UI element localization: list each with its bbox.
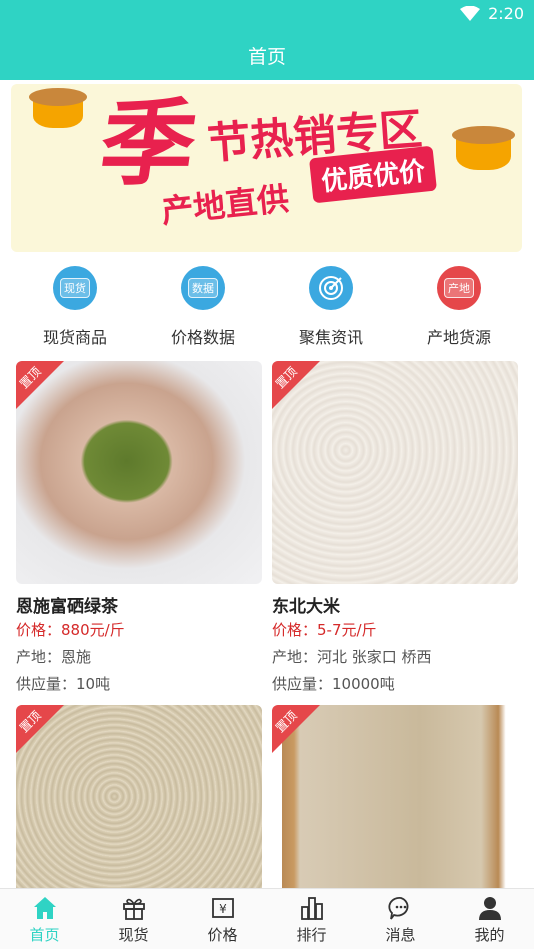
product-card-soybean[interactable]: 置顶	[16, 705, 262, 888]
page-title: 首页	[247, 45, 286, 68]
promo-banner[interactable]: 节热销专区 季 产地直供 优质优价	[11, 84, 522, 252]
tab-label: 现货	[118, 926, 149, 944]
product-price: 价格：5-7元/斤	[272, 621, 377, 639]
status-indicators: 2:20	[460, 4, 524, 23]
gift-icon	[122, 898, 145, 920]
soybean-photo: 置顶	[16, 705, 262, 888]
quick-nav-spot-goods[interactable]: 现货 现货商品	[11, 260, 139, 348]
quick-nav-origin-source[interactable]: 产地 产地货源	[395, 260, 523, 348]
tab-spot[interactable]: 现货	[89, 889, 178, 949]
quick-nav-label: 现货商品	[42, 328, 107, 347]
tab-label: 排行	[296, 926, 327, 944]
quick-nav-price-data[interactable]: 数据 价格数据	[139, 260, 267, 348]
rice-photo: 置顶	[272, 361, 518, 584]
price-tag-icon: ¥	[211, 898, 234, 918]
product-supply: 供应量：10000吨	[272, 675, 395, 693]
tab-ranking[interactable]: 排行	[267, 889, 356, 949]
price-data-icon-tag: 数据	[188, 278, 218, 298]
origin-source-icon: 产地	[437, 266, 481, 310]
home-icon	[33, 897, 56, 919]
grain-bowl-left-image	[29, 88, 87, 128]
ranking-bars-icon	[300, 897, 323, 920]
user-icon	[478, 897, 501, 920]
product-supply: 供应量：10吨	[16, 675, 111, 693]
quick-nav-label: 产地货源	[426, 328, 491, 347]
dried-slices-photo: 置顶	[272, 705, 518, 888]
green-tea-photo: 置顶	[16, 361, 262, 584]
origin-source-icon-tag: 产地	[444, 278, 474, 298]
product-card-rice[interactable]: 置顶 东北大米 价格：5-7元/斤 产地：河北 张家口 桥西 供应量：10000…	[272, 361, 518, 695]
spot-goods-icon-tag: 现货	[60, 278, 90, 298]
status-time: 2:20	[488, 4, 524, 23]
product-origin: 产地：恩施	[16, 648, 92, 666]
product-card-dried-slices[interactable]: 置顶	[272, 705, 518, 888]
product-name: 恩施富硒绿茶	[16, 597, 118, 617]
price-data-icon: 数据	[181, 266, 225, 310]
tab-label: 消息	[385, 926, 416, 944]
quick-nav-label: 聚焦资讯	[298, 328, 363, 347]
tab-profile[interactable]: 我的	[445, 889, 534, 949]
product-price: 价格：880元/斤	[16, 621, 125, 639]
status-bar: 2:20	[0, 0, 534, 30]
app-bar: 首页	[0, 30, 534, 80]
grain-bowl-right-image	[452, 126, 515, 170]
quick-nav-focus-news[interactable]: 聚焦资讯	[267, 260, 395, 348]
product-origin: 产地：河北 张家口 桥西	[272, 648, 432, 666]
product-card-green-tea[interactable]: 置顶 恩施富硒绿茶 价格：880元/斤 产地：恩施 供应量：10吨	[16, 361, 262, 695]
focus-news-icon	[309, 266, 353, 310]
tab-home[interactable]: 首页	[0, 889, 89, 949]
wifi-icon	[460, 5, 481, 21]
tab-messages[interactable]: 消息	[356, 889, 445, 949]
tab-label: 首页	[29, 926, 60, 944]
product-name: 东北大米	[272, 597, 340, 617]
tab-label: 我的	[474, 926, 505, 944]
bottom-tab-bar: 首页 现货 ¥ 价格 排行 消息 我的	[0, 888, 534, 949]
spot-goods-icon: 现货	[53, 266, 97, 310]
tab-label: 价格	[207, 926, 238, 944]
banner-big-char: 季	[93, 90, 203, 199]
svg-text:¥: ¥	[219, 902, 227, 916]
message-bubble-icon	[387, 897, 408, 920]
tab-price[interactable]: ¥ 价格	[178, 889, 267, 949]
target-icon	[319, 276, 343, 300]
quick-nav: 现货 现货商品 数据 价格数据 聚焦资讯 产地 产地货源	[11, 260, 523, 348]
quick-nav-label: 价格数据	[170, 328, 235, 347]
